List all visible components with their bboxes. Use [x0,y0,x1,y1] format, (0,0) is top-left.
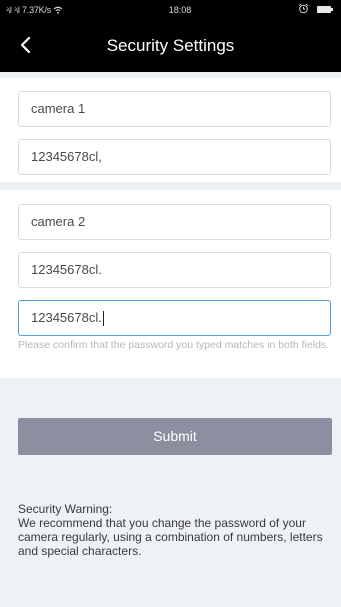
status-bar: ᵌᵢl ᵌᵢl 7.37K/s 18:08 [0,0,341,20]
camera-2-group: camera 2 12345678cl. 12345678cl. Please … [0,190,341,378]
security-warning-title: Security Warning: [18,502,113,516]
battery-icon [317,6,333,13]
camera-2-confirm-password-value: 12345678cl. [31,310,102,325]
camera-1-group: camera 1 12345678cl, [0,78,341,182]
chevron-left-icon [20,36,31,54]
camera-1-password-input[interactable]: 12345678cl, [18,139,331,175]
camera-1-name-value: camera 1 [31,101,86,116]
camera-2-name-value: camera 2 [31,214,86,229]
camera-1-password-value: 12345678cl, [31,149,102,164]
password-match-hint: Please confirm that the password you typ… [18,339,330,351]
text-caret [102,311,104,327]
status-time: 18:08 [168,5,192,15]
security-warning-body: We recommend that you change the passwor… [18,516,323,558]
security-warning: Security Warning: We recommend that you … [18,502,336,558]
back-button[interactable] [14,32,40,58]
header-bar: Security Settings [0,20,341,72]
camera-2-name-input[interactable]: camera 2 [18,204,331,240]
submit-button[interactable]: Submit [18,418,332,455]
camera-2-confirm-password-input[interactable]: 12345678cl. [18,300,331,336]
wifi-icon [54,6,63,14]
camera-2-password-input[interactable]: 12345678cl. [18,252,331,288]
page-title: Security Settings [106,36,235,55]
camera-2-password-value: 12345678cl. [31,262,102,277]
camera-1-name-input[interactable]: camera 1 [18,91,331,127]
signal-text: ᵌᵢl ᵌᵢl 7.37K/s [6,5,52,15]
network-status: ᵌᵢl ᵌᵢl 7.37K/s [6,5,63,15]
alarm-icon [298,3,309,17]
